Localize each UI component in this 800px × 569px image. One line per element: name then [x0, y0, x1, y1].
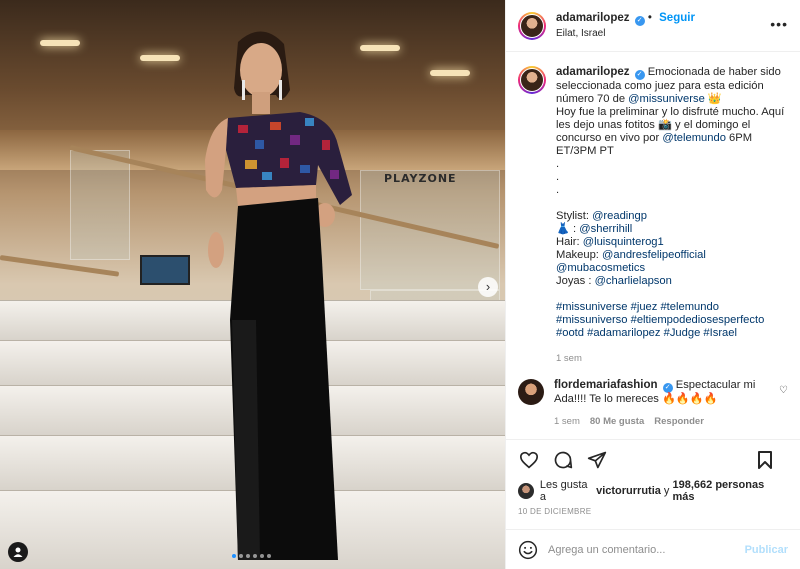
paper-plane-icon	[587, 451, 607, 468]
verified-badge-icon: ✓	[634, 16, 645, 26]
caption-dot: .	[556, 184, 560, 196]
mention-link[interactable]: @telemundo	[662, 132, 726, 144]
follow-button[interactable]: Seguir	[659, 12, 695, 24]
verified-badge-icon: ✓	[662, 383, 673, 393]
dress-emoji: 👗	[556, 223, 570, 235]
caption-text: adamarilopez ✓ Emocionada de haber sido …	[556, 66, 788, 365]
carousel-dot	[232, 554, 236, 558]
user-icon	[13, 547, 23, 557]
post-date[interactable]: 10 DE DICIEMBRE	[506, 503, 800, 529]
mention-link[interactable]: @andresfelipeofficial	[602, 249, 706, 261]
credit-label: :	[569, 223, 580, 235]
more-options-icon[interactable]: •••	[770, 16, 788, 32]
share-button[interactable]	[586, 449, 608, 471]
carousel-dot	[246, 554, 250, 558]
caption-time[interactable]: 1 sem	[556, 352, 788, 365]
caption-dot: .	[556, 171, 560, 183]
carousel-dot	[260, 554, 264, 558]
author-avatar[interactable]	[518, 11, 546, 40]
author-username[interactable]: adamarilopez	[556, 12, 630, 24]
credit-label: Joyas :	[556, 275, 595, 287]
bookmark-icon	[758, 451, 772, 469]
comment-like-icon[interactable]: ♡	[779, 385, 788, 396]
liker-username[interactable]: victorurrutia	[596, 485, 661, 497]
comments-area[interactable]: adamarilopez ✓ Emocionada de haber sido …	[506, 52, 800, 439]
comment-bubble-icon	[554, 451, 573, 468]
carousel-dot	[239, 554, 243, 558]
mention-link[interactable]: @luisquinterog1	[583, 236, 664, 248]
next-photo-button[interactable]: ›	[478, 277, 498, 297]
comment-avatar[interactable]	[518, 379, 544, 405]
carousel-dot	[253, 554, 257, 558]
caption-dot: .	[556, 158, 560, 170]
comment-meta: 1 sem 80 Me gusta Responder	[554, 415, 772, 428]
comment-button[interactable]	[552, 449, 574, 471]
caption-avatar[interactable]	[518, 66, 546, 94]
tagged-users-button[interactable]	[8, 542, 28, 562]
mention-link[interactable]: @mubacosmetics	[556, 262, 645, 274]
credit-label: Makeup:	[556, 249, 603, 261]
crown-emoji: 👑	[707, 93, 722, 105]
carousel-indicator	[232, 554, 271, 558]
emoji-icon[interactable]	[518, 540, 538, 560]
carousel-dot	[267, 554, 271, 558]
caption: adamarilopez ✓ Emocionada de haber sido …	[518, 66, 788, 365]
hashtags[interactable]: #missuniverse #juez #telemundo #missuniv…	[556, 301, 764, 339]
save-button[interactable]	[754, 449, 776, 471]
comment-username[interactable]: flordemariafashion	[554, 379, 658, 391]
woman-figure	[205, 31, 352, 560]
mention-link[interactable]: @readingp	[592, 210, 647, 222]
action-bar	[506, 439, 800, 479]
reply-button[interactable]: Responder	[654, 415, 704, 428]
comment-composer: Publicar	[506, 529, 800, 569]
likes-separator: y	[660, 485, 673, 497]
post-photo[interactable]: PLAYZONE ›	[0, 0, 505, 569]
heart-icon	[519, 451, 539, 468]
mention-link[interactable]: @charlielapson	[595, 275, 672, 287]
likes-prefix: Les gusta a	[539, 479, 588, 503]
credit-label: Hair:	[556, 236, 583, 248]
caption-username[interactable]: adamarilopez	[556, 66, 630, 78]
post-panel: adamarilopez ✓ • Seguir Eilat, Israel ••…	[505, 0, 800, 569]
verified-badge-icon: ✓	[634, 70, 645, 80]
liker-avatar[interactable]	[518, 483, 534, 499]
publish-button[interactable]: Publicar	[745, 544, 788, 556]
mention-link[interactable]: @missuniverse	[628, 93, 705, 105]
credit-label: Stylist:	[556, 210, 593, 222]
comment-time[interactable]: 1 sem	[554, 415, 580, 428]
comment-input[interactable]	[548, 543, 745, 556]
likes-summary: Les gusta a victorurrutia y 198,662 pers…	[506, 479, 800, 503]
comment-item: flordemariafashion ✓ Espectacular mi Ada…	[518, 379, 788, 428]
post-location[interactable]: Eilat, Israel	[556, 28, 695, 39]
mention-link[interactable]: @sherrihill	[579, 223, 632, 235]
post-header: adamarilopez ✓ • Seguir Eilat, Israel ••…	[506, 0, 800, 52]
like-button[interactable]	[518, 449, 540, 471]
comment-likes[interactable]: 80 Me gusta	[590, 415, 644, 428]
likes-count[interactable]: 198,662 personas más	[673, 479, 789, 503]
